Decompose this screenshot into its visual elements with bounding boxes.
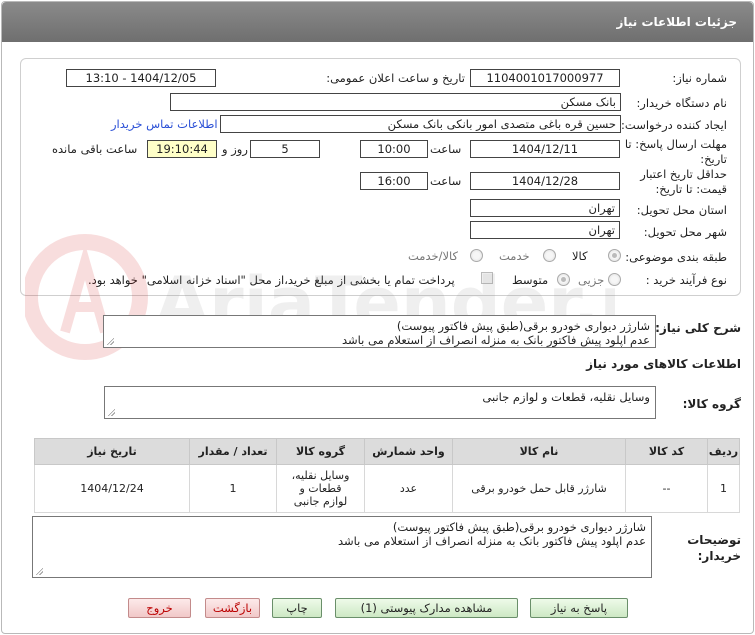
creator-field: حسین قره باغی متصدی امور بانکی بانک مسکن	[220, 115, 621, 133]
print-button[interactable]: چاپ	[272, 598, 322, 618]
creator-label: ایجاد کننده درخواست:	[621, 118, 727, 132]
need-number-field: 1104001017000977	[470, 69, 620, 87]
cell-unit: عدد	[364, 464, 453, 513]
validity-label-1: حداقل تاریخ اعتبار	[640, 167, 727, 181]
cell-group: وسایل نقلیه، قطعات و لوازم جانبی	[276, 464, 365, 513]
deadline-time-label: ساعت	[430, 142, 462, 156]
category-both-label: کالا/خدمت	[408, 249, 459, 263]
respond-button[interactable]: پاسخ به نیاز	[530, 598, 628, 618]
deadline-time-field: 10:00	[360, 140, 428, 158]
goods-group-textarea[interactable]: وسایل نقلیه، قطعات و لوازم جانبی	[104, 386, 656, 419]
buyer-notes-label-2: خریدار:	[697, 549, 741, 563]
resize-grip-icon[interactable]	[106, 337, 114, 345]
col-header-date: تاریخ نیاز	[34, 438, 190, 465]
treasury-note: پرداخت تمام یا بخشی از مبلغ خرید،از محل …	[88, 273, 455, 287]
process-label: نوع فرآیند خرید :	[645, 273, 727, 287]
description-line-1: شارژر دیواری خودرو برقی(طبق پیش فاکتور پ…	[396, 319, 650, 333]
col-header-row: ردیف	[707, 438, 740, 465]
col-header-qty: تعداد / مقدار	[189, 438, 277, 465]
title-bar: جزئیات اطلاعات نیاز	[2, 2, 753, 42]
announce-field: 1404/12/05 - 13:10	[66, 69, 216, 87]
resize-grip-icon[interactable]	[107, 408, 115, 416]
validity-time-label: ساعت	[430, 174, 462, 188]
deadline-label-1: مهلت ارسال پاسخ: تا	[624, 137, 727, 151]
city-field: تهران	[470, 221, 620, 239]
goods-section-title: اطلاعات کالاهای مورد نیاز	[586, 357, 741, 371]
category-service-label: خدمت	[499, 249, 530, 263]
remaining-label: ساعت باقی مانده	[52, 142, 138, 156]
buyer-notes-textarea[interactable]: شارژر دیواری خودرو برقی(طبق پیش فاکتور پ…	[32, 516, 652, 578]
buyer-org-field: بانک مسکن	[170, 93, 621, 111]
view-attachments-button[interactable]: مشاهده مدارک پیوستی (1)	[335, 598, 518, 618]
cell-date: 1404/12/24	[34, 464, 190, 513]
buyer-notes-line-1: شارژر دیواری خودرو برقی(طبق پیش فاکتور پ…	[392, 520, 646, 534]
cell-qty: 1	[189, 464, 277, 513]
province-field: تهران	[470, 199, 620, 217]
description-label: شرح کلی نیاز:	[655, 321, 741, 335]
description-line-2: عدم اپلود پیش فاکتور بانک به منزله انصرا…	[341, 333, 650, 347]
validity-label-2: قیمت: تا تاریخ:	[655, 182, 727, 196]
days-label: روز و	[222, 142, 248, 156]
table-row: 1 -- شارژر قابل حمل خودرو برقی عدد وسایل…	[34, 464, 740, 513]
city-label: شهر محل تحویل:	[643, 225, 727, 239]
resize-grip-icon[interactable]	[35, 567, 43, 575]
need-number-label: شماره نیاز:	[672, 71, 727, 85]
exit-button[interactable]: خروج	[128, 598, 191, 618]
buyer-org-label: نام دستگاه خریدار:	[636, 96, 727, 110]
cell-code: --	[625, 464, 708, 513]
category-label: طبقه بندی موضوعی:	[625, 250, 727, 264]
validity-date-field: 1404/12/28	[470, 172, 620, 190]
cell-name: شارژر قابل حمل خودرو برقی	[452, 464, 626, 513]
goods-group-value: وسایل نقلیه، قطعات و لوازم جانبی	[482, 390, 650, 404]
col-header-unit: واحد شمارش	[364, 438, 453, 465]
category-radio-both[interactable]	[470, 249, 483, 262]
days-field: 5	[250, 140, 320, 158]
buyer-notes-label-1: توضیحات	[687, 533, 741, 547]
category-radio-service[interactable]	[543, 249, 556, 262]
col-header-code: کد کالا	[625, 438, 708, 465]
process-radio-medium[interactable]	[557, 273, 570, 286]
goods-table: ردیف کد کالا نام کالا واحد شمارش گروه کا…	[34, 438, 740, 513]
process-medium-label: متوسط	[512, 273, 549, 287]
deadline-label-2: تاریخ:	[700, 152, 727, 166]
goods-group-label: گروه کالا:	[682, 397, 741, 411]
category-goods-label: کالا	[572, 249, 588, 263]
description-textarea[interactable]: شارژر دیواری خودرو برقی(طبق پیش فاکتور پ…	[103, 315, 656, 348]
process-radio-minor[interactable]	[608, 273, 621, 286]
col-header-name: نام کالا	[452, 438, 626, 465]
category-radio-goods[interactable]	[608, 249, 621, 262]
cell-row: 1	[707, 464, 740, 513]
buyer-notes-line-2: عدم اپلود پیش فاکتور بانک به منزله انصرا…	[337, 534, 646, 548]
deadline-date-field: 1404/12/11	[470, 140, 620, 158]
validity-time-field: 16:00	[360, 172, 428, 190]
process-minor-label: جزیی	[578, 273, 605, 287]
table-header-row: ردیف کد کالا نام کالا واحد شمارش گروه کا…	[34, 438, 740, 465]
contact-buyer-link[interactable]: اطلاعات تماس خریدار	[111, 117, 218, 131]
col-header-group: گروه کالا	[276, 438, 365, 465]
treasury-checkbox[interactable]	[481, 272, 493, 284]
announce-label: تاریخ و ساعت اعلان عمومی:	[326, 71, 465, 85]
remaining-time-field: 19:10:44	[147, 140, 217, 158]
page-title: جزئیات اطلاعات نیاز	[616, 15, 737, 29]
back-button[interactable]: بازگشت	[205, 598, 260, 618]
province-label: استان محل تحویل:	[636, 203, 727, 217]
